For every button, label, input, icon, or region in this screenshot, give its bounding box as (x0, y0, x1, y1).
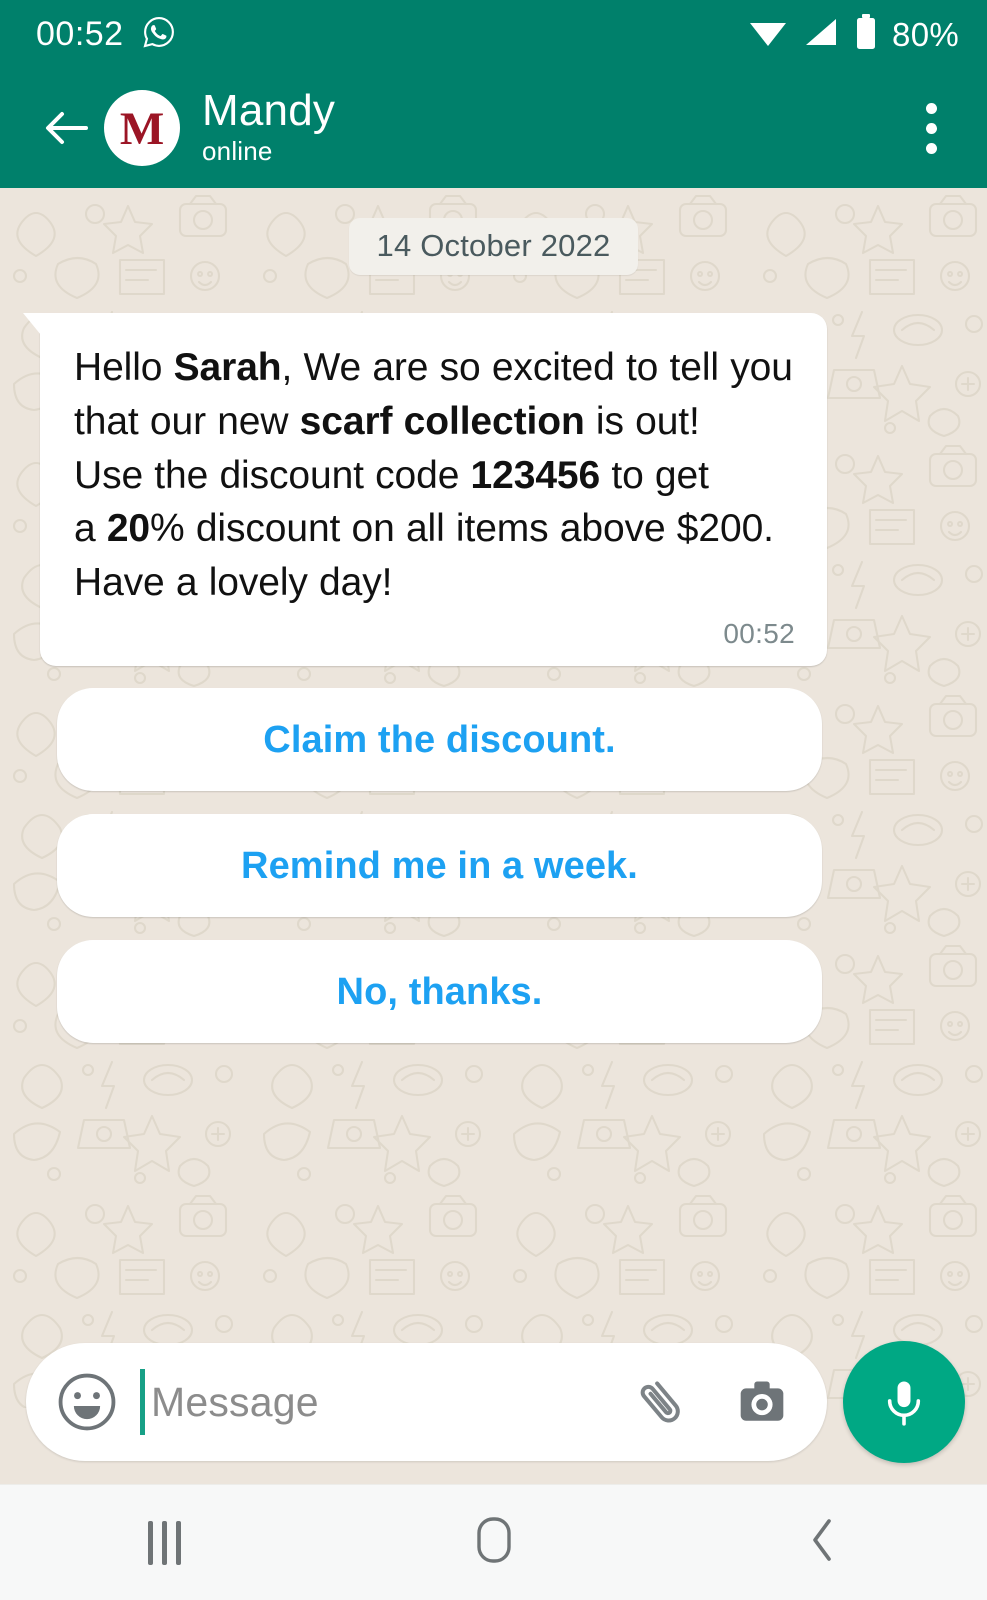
message-text-segment: is out! (584, 399, 700, 443)
message-text-segment: to get (600, 453, 709, 497)
whatsapp-icon (142, 15, 176, 54)
quick-reply-label: Remind me in a week. (241, 844, 638, 887)
menu-dot (925, 102, 937, 114)
message-bubble[interactable]: Hello Sarah, We are so excited to tell y… (23, 313, 827, 667)
wifi-icon (747, 15, 789, 54)
date-divider: 14 October 2022 (348, 218, 639, 275)
message-text-bold: Sarah (173, 346, 282, 389)
message-text-bold: scarf collection (299, 399, 585, 443)
microphone-button[interactable] (843, 1341, 965, 1463)
menu-dot (925, 142, 937, 154)
microphone-icon (887, 1381, 921, 1426)
message-placeholder: Message (151, 1378, 319, 1425)
message-text-segment: Have a lovely day! (74, 561, 393, 605)
recents-bar (148, 1520, 153, 1565)
status-bar-right: 80% (747, 13, 959, 56)
message-text: Hello Sarah, We are so excited to tell y… (74, 341, 795, 610)
status-bar: 00:52 80% (0, 0, 987, 68)
quick-reply-label: No, thanks. (336, 970, 543, 1013)
avatar[interactable]: M (104, 90, 180, 166)
menu-dot (925, 122, 937, 134)
quick-reply-list: Claim the discount. Remind me in a week.… (0, 688, 987, 1044)
message-input-field[interactable]: Message (140, 1369, 617, 1435)
paperclip-icon[interactable] (631, 1371, 693, 1433)
cellular-signal-icon (802, 15, 840, 54)
contact-name: Mandy (202, 86, 336, 136)
home-button[interactable] (419, 1493, 569, 1593)
message-timestamp: 00:52 (723, 618, 795, 650)
message-text-segment: a (74, 507, 107, 551)
incoming-message-row: Hello Sarah, We are so excited to tell y… (0, 313, 987, 667)
recents-bar (162, 1520, 167, 1565)
date-divider-row: 14 October 2022 (0, 218, 987, 275)
avatar-initial: M (119, 102, 165, 155)
message-text-segment: that our new (74, 399, 300, 443)
contact-info[interactable]: Mandy online (202, 88, 901, 167)
quick-reply-button-2[interactable]: No, thanks. (57, 940, 822, 1044)
message-text-segment: , We are so excited to tell you (281, 346, 793, 389)
status-bar-left: 00:52 (36, 15, 176, 54)
phone-screen: 00:52 80% M Mandy online 14 October 2022… (0, 0, 987, 1600)
message-text-bold: 20 (106, 507, 151, 551)
message-input-pill[interactable]: Message (26, 1343, 827, 1461)
quick-reply-label: Claim the discount. (263, 718, 616, 761)
text-cursor (140, 1369, 145, 1435)
quick-reply-button-1[interactable]: Remind me in a week. (57, 814, 822, 918)
nav-back-button[interactable] (748, 1493, 898, 1593)
home-icon (471, 1513, 517, 1572)
emoji-smiley-icon[interactable] (56, 1371, 118, 1433)
message-text-segment: % discount on all items above $200. (150, 507, 774, 551)
quick-reply-button-0[interactable]: Claim the discount. (57, 688, 822, 792)
message-text-bold: 123456 (470, 453, 601, 497)
overflow-menu-icon[interactable] (901, 89, 961, 167)
chat-area: 14 October 2022 Hello Sarah, We are so e… (0, 188, 987, 1484)
contact-online-status: online (202, 136, 273, 167)
message-list: 14 October 2022 Hello Sarah, We are so e… (0, 188, 987, 1484)
battery-icon (853, 13, 879, 56)
message-text-segment: Hello (74, 346, 174, 389)
status-clock: 00:52 (36, 15, 124, 53)
message-input-bar: Message (0, 1334, 987, 1484)
back-arrow-icon[interactable] (40, 102, 92, 154)
message-meta: 00:52 (74, 620, 795, 648)
nav-back-icon (803, 1513, 843, 1572)
battery-percent: 80% (892, 15, 959, 53)
message-text-segment: Use the discount code (74, 453, 471, 497)
system-navigation-bar (0, 1484, 987, 1600)
recents-button[interactable] (90, 1493, 240, 1593)
recents-bar (176, 1520, 181, 1565)
chat-header: M Mandy online (0, 68, 987, 188)
recents-icon (148, 1520, 181, 1565)
camera-icon[interactable] (733, 1373, 791, 1431)
